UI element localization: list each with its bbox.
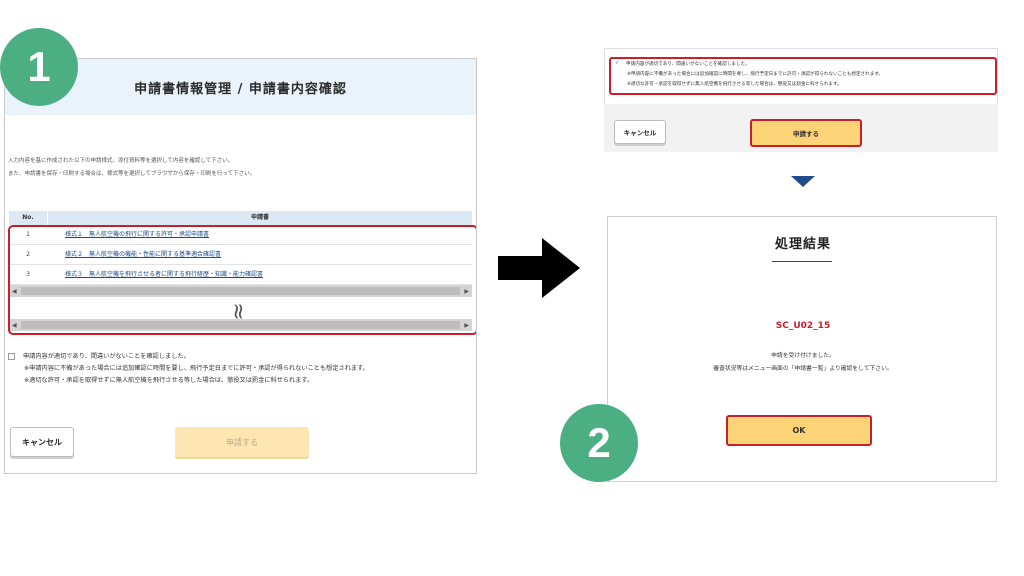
- apply-button-disabled[interactable]: 申請する: [175, 427, 309, 457]
- result-message: 申請を受け付けました。 審査状況等はメニュー画面の「申請書一覧」より確認をして下…: [608, 350, 998, 376]
- table-header: No. 申請書: [9, 211, 472, 225]
- step-badge-2: 2: [560, 404, 638, 482]
- col-no-header: No.: [22, 214, 34, 221]
- highlight-frame-documents: [8, 225, 476, 335]
- title-underline: [772, 261, 832, 262]
- intro-line-2: また、申請書を保存・印刷する場合は、様式等を選択してブラウザから保存・印刷を行っ…: [8, 171, 256, 177]
- application-confirm-panel: 申請書情報管理 / 申請書内容確認 入力内容を基に作成された以下の申請様式、添付…: [4, 58, 477, 474]
- down-triangle-icon: [791, 176, 815, 187]
- step-badge-1: 1: [0, 28, 78, 106]
- intro-line-1: 入力内容を基に作成された以下の申請様式、添付資料等を選択して内容を確認して下さい…: [8, 158, 234, 164]
- confirm-label: 申請内容が適切であり、間違いがないことを確認しました。: [23, 353, 190, 360]
- ok-button[interactable]: OK: [726, 415, 872, 446]
- confirm-checkbox[interactable]: [8, 352, 15, 360]
- tutorial-stage: 申請書情報管理 / 申請書内容確認 入力内容を基に作成された以下の申請様式、添付…: [0, 0, 1024, 576]
- result-message-line-1: 申請を受け付けました。: [771, 353, 835, 359]
- screen-code: SC_U02_15: [775, 321, 831, 331]
- confirm-note-1: ※申請内容に不備があった場合には追加確認に時間を要し、飛行予定日までに許可・承認…: [24, 365, 369, 372]
- confirm-note-2: ※適切な許可・承認を取得せずに無人航空機を飛行させる等した場合は、懲役又は罰金に…: [24, 377, 314, 384]
- confirmation-block-checked: ✓ 申請内容が適切であり、間違いがないことを確認しました。 ※申請内容に不備があっ…: [609, 57, 997, 95]
- confirm-note-2: ※適切な許可・承認を取得せずに無人航空機を飛行させる等した場合は、懲役又は罰金に…: [627, 82, 842, 87]
- confirmation-block: 申請内容が適切であり、間違いがないことを確認しました。 ※申請内容に不備があった…: [8, 351, 468, 387]
- col-doc-header: 申請書: [47, 211, 472, 225]
- confirm-note-1: ※申請内容に不備があった場合には追加確認に時間を要し、飛行予定日までに許可・承認…: [627, 72, 884, 77]
- cancel-button[interactable]: キャンセル: [10, 427, 74, 457]
- result-message-line-2: 審査状況等はメニュー画面の「申請書一覧」より確認をして下さい。: [713, 366, 893, 372]
- result-dialog: 処理結果 SC_U02_15 申請を受け付けました。 審査状況等はメニュー画面の…: [607, 216, 997, 482]
- right-arrow-icon: [498, 238, 580, 298]
- cancel-button[interactable]: キャンセル: [614, 120, 666, 144]
- apply-button[interactable]: 申請する: [750, 119, 862, 147]
- result-title: 処理結果: [774, 237, 831, 252]
- intro-text: 入力内容を基に作成された以下の申請様式、添付資料等を選択して内容を確認して下さい…: [8, 155, 255, 181]
- confirm-label: 申請内容が適切であり、間違いがないことを確認しました。: [626, 62, 750, 67]
- confirm-checkbox-checked[interactable]: ✓: [615, 61, 620, 66]
